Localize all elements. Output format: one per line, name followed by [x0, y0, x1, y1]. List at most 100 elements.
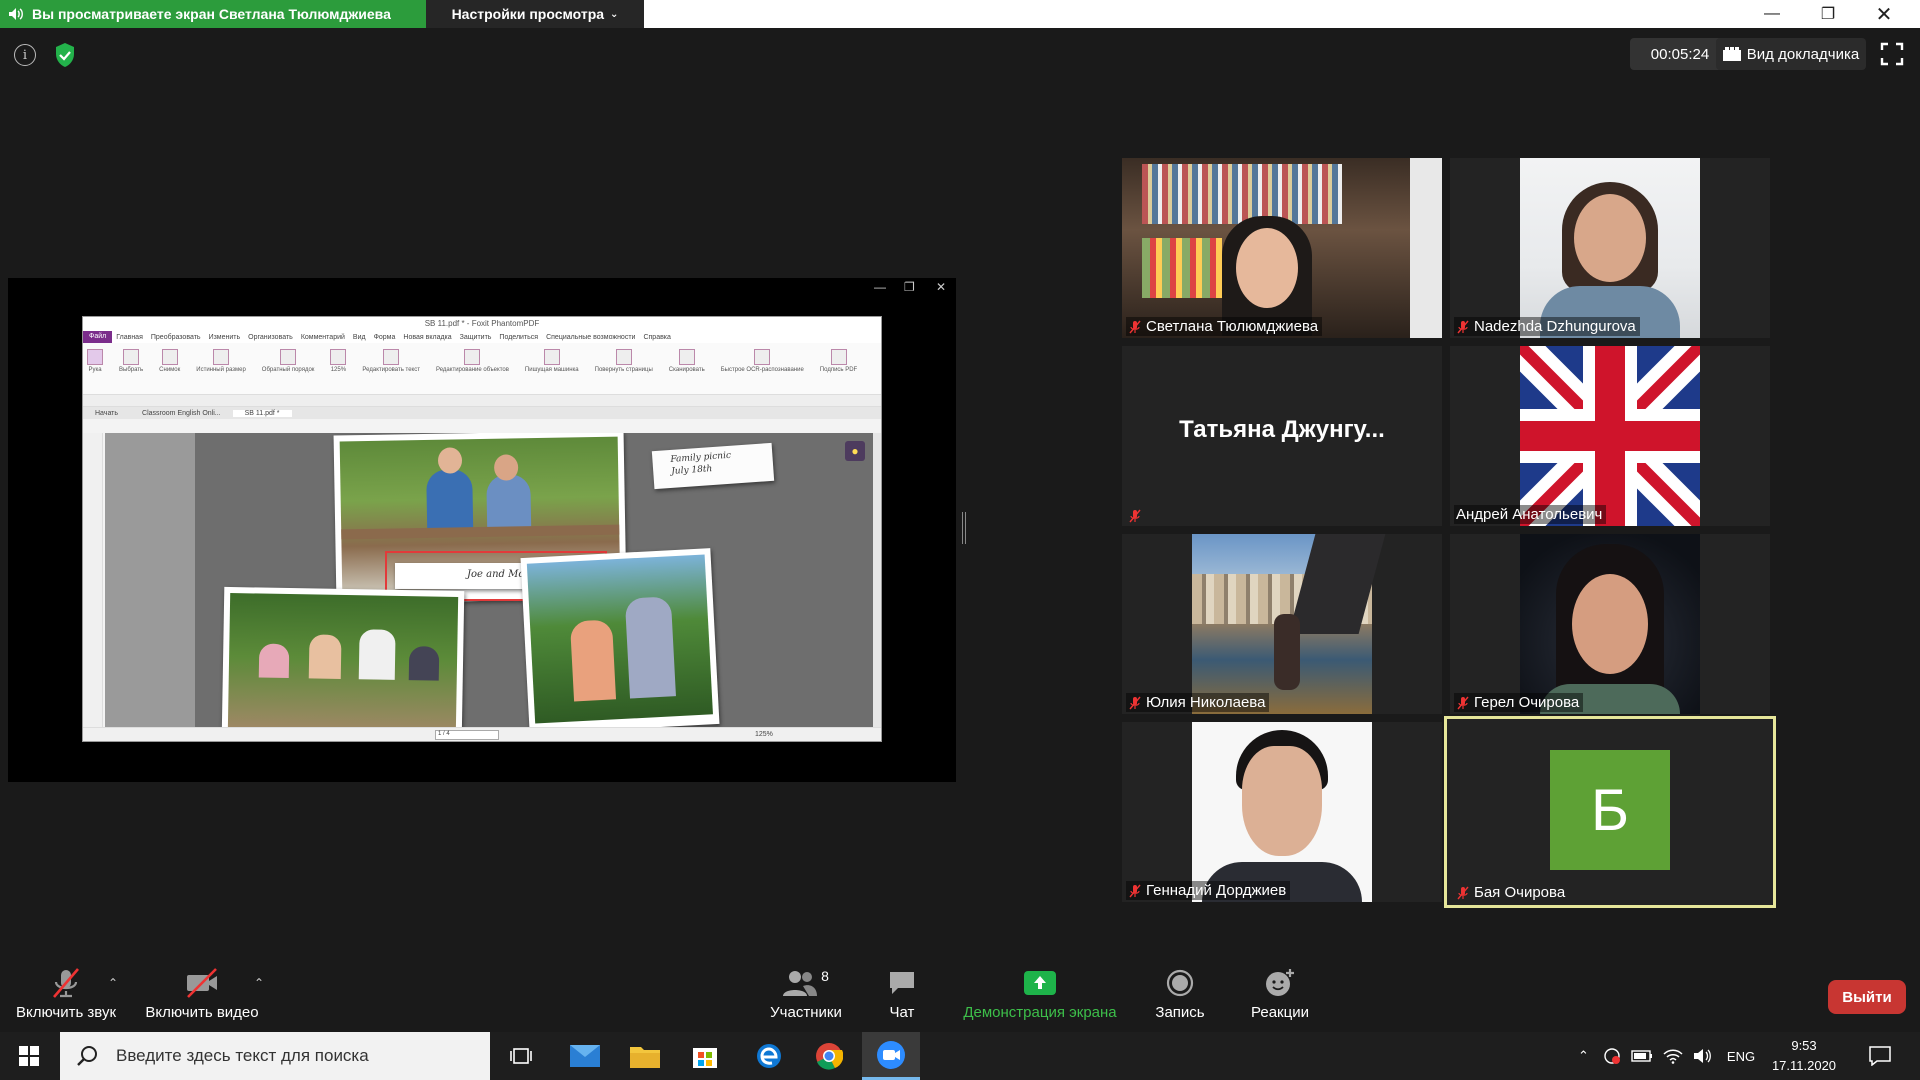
participant-tile[interactable]: Андрей Анатольевич — [1450, 346, 1770, 526]
mic-muted-icon — [1457, 320, 1469, 333]
ribbon-rotate: Повернуть страницы — [595, 345, 653, 373]
pdf-menu-item: Поделиться — [499, 333, 539, 341]
pdf-menu-item: Главная — [116, 333, 143, 341]
taskbar-clock[interactable]: 9:53 17.11.2020 — [1762, 1036, 1846, 1076]
alert-icon[interactable] — [1603, 1047, 1621, 1065]
shared-screen[interactable]: — ❐ ✕ SB 11.pdf * - Foxit PhantomPDF Фай… — [8, 278, 956, 782]
top-bar: Вы просматриваете экран Светлана Тюлюмдж… — [0, 0, 1920, 28]
restore-button[interactable]: ❐ — [1800, 0, 1856, 28]
taskbar-search-input[interactable]: Введите здесь текст для поиска — [60, 1032, 490, 1080]
pdf-tabs: Начать Classroom English Onli... SB 11.p… — [83, 407, 881, 419]
pdf-quick-toolbar — [83, 395, 881, 407]
pdf-scrollbar — [873, 433, 881, 729]
unmute-button[interactable]: Включить звук — [12, 966, 120, 1032]
task-view-icon — [510, 1048, 532, 1064]
share-screen-button[interactable]: Демонстрация экрана — [960, 966, 1120, 1032]
participant-name-large: Татьяна Джунгу... — [1179, 416, 1385, 443]
participant-tile-active-speaker[interactable]: Б Бая Очирова — [1444, 716, 1776, 908]
participant-tile[interactable]: Светлана Тюлюмджиева — [1122, 158, 1442, 338]
wifi-icon[interactable] — [1663, 1048, 1683, 1064]
shared-restore-icon: ❐ — [904, 280, 915, 294]
pdf-menu-item: Файл — [83, 331, 113, 343]
ribbon-typewriter: Пишущая машинка — [525, 345, 579, 373]
participant-tile[interactable]: Геннадий Дорджиев — [1122, 722, 1442, 902]
pdf-sidebar — [83, 433, 103, 729]
ribbon-hand: Рука — [87, 345, 103, 373]
participant-tile[interactable]: Nadezhda Dzhungurova — [1450, 158, 1770, 338]
windows-taskbar: Введите здесь текст для поиска ⌃ ENG 9:5… — [0, 1032, 1920, 1080]
pdf-menu-item: Изменить — [208, 333, 241, 341]
task-view-button[interactable] — [492, 1032, 550, 1080]
video-options-caret[interactable]: ⌃ — [254, 976, 264, 990]
mic-muted-icon — [1129, 884, 1141, 897]
participant-label: Герел Очирова — [1454, 693, 1584, 712]
pdf-menu-item: Новая вкладка — [403, 333, 452, 341]
shared-minimize-icon: — — [874, 280, 886, 294]
start-button[interactable] — [0, 1032, 58, 1080]
participant-label: Nadezhda Dzhungurova — [1454, 317, 1640, 336]
photo-couple — [520, 548, 720, 729]
file-explorer-button[interactable] — [616, 1032, 674, 1080]
photo-family-group — [221, 586, 465, 729]
pdf-menu-item: Организовать — [248, 333, 293, 341]
zoom-icon — [877, 1040, 905, 1069]
fullscreen-icon[interactable] — [1880, 42, 1904, 66]
mic-muted-icon — [1457, 696, 1469, 709]
edge-app-button[interactable] — [740, 1032, 798, 1080]
meeting-timer: 00:05:24 — [1630, 38, 1730, 70]
chrome-app-button[interactable] — [800, 1032, 858, 1080]
mic-muted-icon — [1457, 886, 1469, 899]
share-screen-icon — [1024, 971, 1056, 995]
participant-tile[interactable]: Татьяна Джунгу... — [1122, 346, 1442, 526]
pdf-viewer-window: SB 11.pdf * - Foxit PhantomPDF Файл Глав… — [82, 316, 882, 742]
close-button[interactable]: ✕ — [1856, 0, 1912, 28]
participant-label — [1126, 508, 1150, 524]
share-banner-text: Вы просматриваете экран Светлана Тюлюмдж… — [32, 6, 391, 22]
ribbon-select: Выбрать — [119, 345, 143, 373]
chevron-down-icon: ⌄ — [610, 8, 619, 20]
participants-button[interactable]: 8 Участники — [756, 966, 856, 1032]
pdf-tab-active: SB 11.pdf * — [232, 409, 292, 417]
pdf-menu-item: Справка — [643, 333, 671, 341]
reactions-button[interactable]: Реакции — [1240, 966, 1320, 1032]
notifications-button[interactable] — [1852, 1032, 1908, 1080]
language-indicator[interactable]: ENG — [1727, 1049, 1755, 1064]
info-icon[interactable]: i — [14, 44, 36, 66]
mic-muted-icon — [1129, 509, 1141, 523]
start-video-button[interactable]: Включить видео — [142, 966, 262, 1032]
speaker-view-button[interactable]: Вид докладчика — [1716, 38, 1866, 70]
lightbulb-icon: ● — [845, 441, 865, 461]
clock-date: 17.11.2020 — [1771, 1058, 1837, 1073]
pdf-tab: Начать — [95, 409, 119, 417]
participant-tile[interactable]: Юлия Николаева — [1122, 534, 1442, 714]
pdf-menu-item: Специальные возможности — [546, 333, 636, 341]
pdf-title: SB 11.pdf * - Foxit PhantomPDF — [83, 317, 881, 331]
store-app-button[interactable] — [676, 1032, 734, 1080]
chat-button[interactable]: Чат — [872, 966, 932, 1032]
battery-icon[interactable] — [1631, 1049, 1653, 1063]
minimize-button[interactable]: — — [1744, 0, 1800, 28]
ribbon-edit-text: Редактировать текст — [362, 345, 420, 373]
participant-label: Бая Очирова — [1454, 883, 1569, 902]
show-hidden-icons[interactable]: ⌃ — [1578, 1048, 1589, 1064]
audio-options-caret[interactable]: ⌃ — [108, 976, 118, 990]
ribbon-edit-objects: Редактирование объектов — [436, 345, 509, 373]
panel-splitter[interactable] — [962, 512, 966, 544]
leave-button[interactable]: Выйти — [1828, 980, 1906, 1014]
pdf-menu-item: Защитить — [459, 333, 492, 341]
camera-off-icon — [187, 968, 217, 998]
edge-icon — [757, 1044, 781, 1068]
speaker-icon — [9, 8, 23, 20]
mic-muted-icon — [53, 968, 79, 998]
store-icon — [693, 1048, 717, 1068]
record-button[interactable]: Запись — [1144, 966, 1216, 1032]
system-tray: ⌃ ENG — [1578, 1032, 1755, 1080]
shield-icon[interactable] — [54, 42, 76, 68]
mail-app-button[interactable] — [556, 1032, 614, 1080]
shared-close-icon: ✕ — [936, 280, 947, 294]
zoom-app-button[interactable] — [862, 1032, 920, 1080]
view-settings-button[interactable]: Настройки просмотра ⌄ — [426, 0, 644, 28]
participant-tile[interactable]: Герел Очирова — [1450, 534, 1770, 714]
ribbon-zoom: 125% — [330, 345, 347, 373]
volume-icon[interactable] — [1693, 1048, 1713, 1064]
